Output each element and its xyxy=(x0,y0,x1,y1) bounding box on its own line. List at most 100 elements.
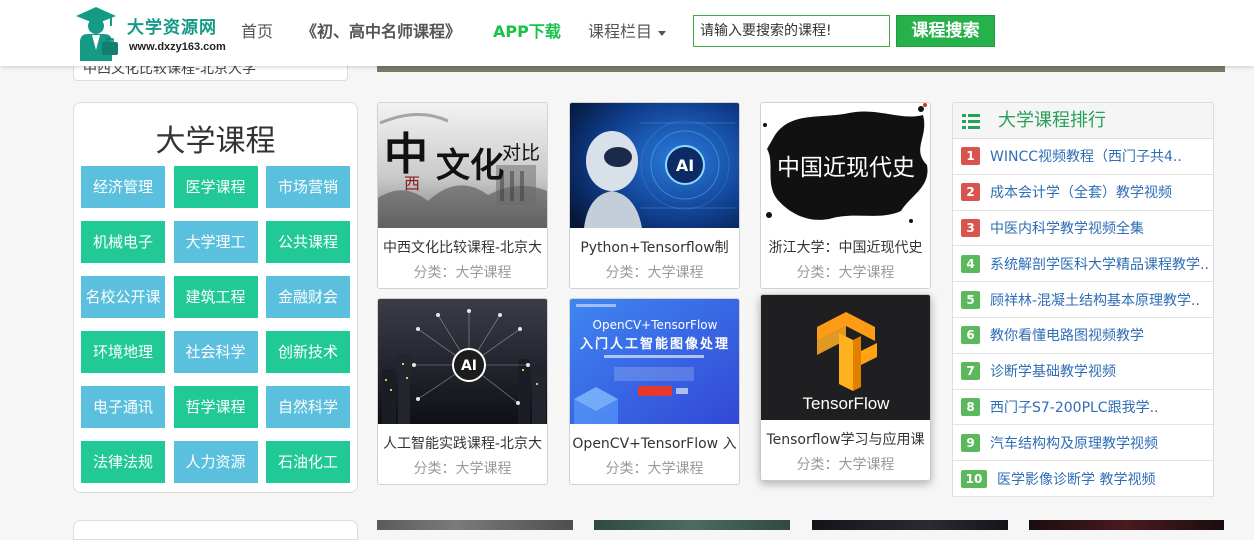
course-thumbnail[interactable]: AI xyxy=(570,103,739,228)
category-button[interactable]: 金融财会 xyxy=(266,276,350,318)
category-button[interactable]: 哲学课程 xyxy=(173,386,258,428)
ranking-item[interactable]: 9 汽车结构构及原理教学视频 xyxy=(953,425,1213,462)
ranking-item[interactable]: 2 成本会计学（全套）教学视频 xyxy=(953,175,1213,211)
thumbnail-text: 文化 xyxy=(436,146,504,186)
next-course-thumbnail[interactable] xyxy=(1029,520,1224,530)
ranking-list: 1 WINCC视频教程（西门子共4.. 2 成本会计学（全套）教学视频 3 中医… xyxy=(952,139,1214,497)
category-button[interactable]: 建筑工程 xyxy=(173,276,258,318)
nav-senior-courses[interactable]: 《初、高中名师课程》 xyxy=(301,21,461,43)
course-title[interactable]: Python+Tensorflow制 xyxy=(572,238,737,258)
course-category: 分类：大学课程 xyxy=(605,265,704,281)
rank-badge: 3 xyxy=(961,218,980,237)
ranking-item-link[interactable]: 诊断学基础教学视频 xyxy=(990,361,1116,381)
nav-app-download[interactable]: APP下载 xyxy=(493,21,561,43)
category-grid: 经济管理 医学课程 市场营销 机械电子 大学理工 公共课程 名校公开课 建筑工程… xyxy=(81,166,350,483)
graduate-logo-icon[interactable] xyxy=(72,4,124,61)
category-button[interactable]: 机械电子 xyxy=(81,221,165,263)
course-card[interactable]: AI Python+Tensorflow制 分类：大学课程 xyxy=(569,102,740,289)
next-course-thumbnail[interactable] xyxy=(377,520,573,530)
category-panel: 大学课程 经济管理 医学课程 市场营销 机械电子 大学理工 公共课程 名校公开课… xyxy=(73,102,358,493)
category-button[interactable]: 市场营销 xyxy=(266,166,350,208)
banner-image-edge xyxy=(377,66,1225,72)
site-name[interactable]: 大学资源网 xyxy=(127,13,217,38)
course-category: 分类：大学课程 xyxy=(413,265,512,281)
ranking-item-link[interactable]: 成本会计学（全套）教学视频 xyxy=(990,182,1172,202)
thumbnail-text: 西 xyxy=(404,174,420,193)
rank-badge: 4 xyxy=(961,254,980,273)
course-category: 分类：大学课程 xyxy=(413,461,512,477)
thumbnail-text: 中 xyxy=(384,129,428,180)
list-icon xyxy=(962,114,980,129)
category-button[interactable]: 创新技术 xyxy=(266,331,350,373)
ranking-item-link[interactable]: 中医内科学教学视频全集 xyxy=(990,218,1144,238)
ranking-title: 大学课程排行 xyxy=(998,110,1106,131)
ranking-item[interactable]: 3 中医内科学教学视频全集 xyxy=(953,211,1213,247)
ranking-item[interactable]: 7 诊断学基础教学视频 xyxy=(953,354,1213,390)
search-button[interactable]: 课程搜索 xyxy=(896,15,995,47)
course-card[interactable]: AI 人工智能实践课程-北京大 分类：大学课程 xyxy=(377,298,548,485)
ranking-item[interactable]: 6 教你看懂电路图视频教学 xyxy=(953,318,1213,354)
ranking-item-link[interactable]: 医学影像诊断学 教学视频 xyxy=(997,469,1155,489)
ranking-item[interactable]: 8 西门子S7-200PLC跟我学.. xyxy=(953,390,1213,426)
ranking-item[interactable]: 10 医学影像诊断学 教学视频 xyxy=(953,461,1213,497)
category-button[interactable]: 社会科学 xyxy=(173,331,258,373)
nav-course-menu[interactable]: 课程栏目 xyxy=(588,21,652,43)
category-button[interactable]: 人力资源 xyxy=(173,441,258,483)
ranking-panel: 大学课程排行 1 WINCC视频教程（西门子共4.. 2 成本会计学（全套）教学… xyxy=(952,102,1214,497)
rank-badge: 5 xyxy=(961,290,980,309)
rank-badge: 9 xyxy=(961,433,980,452)
course-title[interactable]: 中西文化比较课程-北京大 xyxy=(380,238,545,258)
ranking-item-link[interactable]: 汽车结构构及原理教学视频 xyxy=(990,433,1158,453)
ranking-item-link[interactable]: 教你看懂电路图视频教学 xyxy=(990,325,1144,345)
course-category: 分类：大学课程 xyxy=(796,457,895,473)
next-course-thumbnail[interactable] xyxy=(594,520,790,530)
thumbnail-text: TensorFlow xyxy=(803,394,891,413)
category-button[interactable]: 电子通讯 xyxy=(81,386,165,428)
category-button[interactable]: 自然科学 xyxy=(266,386,350,428)
search-input[interactable] xyxy=(693,15,890,47)
ranking-item[interactable]: 1 WINCC视频教程（西门子共4.. xyxy=(953,139,1213,175)
course-card[interactable]: 中 西 文化 对比 中西文化比较课程-北京大 分类：大学课程 xyxy=(377,102,548,289)
thumbnail-text: 入门人工智能图像处理 xyxy=(580,336,730,352)
course-thumbnail[interactable]: TensorFlow xyxy=(761,295,930,420)
thumbnail-text: AI xyxy=(676,156,694,175)
course-thumbnail[interactable]: AI xyxy=(378,299,547,424)
ranking-header: 大学课程排行 xyxy=(952,102,1214,139)
course-title[interactable]: Tensorflow学习与应用课 xyxy=(763,430,928,450)
course-title[interactable]: 浙江大学：中国近现代史 xyxy=(763,238,928,258)
category-button[interactable]: 名校公开课 xyxy=(81,276,165,318)
next-course-thumbnail[interactable] xyxy=(812,520,1008,530)
ranking-item-link[interactable]: 顾祥林-混凝土结构基本原理教学.. xyxy=(990,290,1200,310)
category-button[interactable]: 大学理工 xyxy=(173,221,258,263)
ranking-item-link[interactable]: 西门子S7-200PLC跟我学.. xyxy=(990,397,1159,417)
course-card[interactable]: 中国近现代史 浙江大学：中国近现代史 分类：大学课程 xyxy=(760,102,931,289)
course-title[interactable]: 人工智能实践课程-北京大 xyxy=(380,434,545,454)
caret-down-icon[interactable] xyxy=(658,31,666,36)
course-category: 分类：大学课程 xyxy=(796,265,895,281)
rank-badge: 6 xyxy=(961,326,980,345)
rank-badge: 8 xyxy=(961,397,980,416)
category-button[interactable]: 公共课程 xyxy=(266,221,350,263)
course-card[interactable]: OpenCV+TensorFlow 入门人工智能图像处理 OpenCV+Tens… xyxy=(569,298,740,485)
ranking-item[interactable]: 5 顾祥林-混凝土结构基本原理教学.. xyxy=(953,282,1213,318)
category-button[interactable]: 医学课程 xyxy=(173,166,258,208)
course-thumbnail[interactable]: OpenCV+TensorFlow 入门人工智能图像处理 xyxy=(570,299,739,424)
category-button[interactable]: 环境地理 xyxy=(81,331,165,373)
course-thumbnail[interactable]: 中 西 文化 对比 xyxy=(378,103,547,228)
next-section-panel xyxy=(73,520,358,540)
ranking-item[interactable]: 4 系统解剖学医科大学精品课程教学.. xyxy=(953,246,1213,283)
thumbnail-text: 对比 xyxy=(502,142,540,164)
course-thumbnail[interactable]: 中国近现代史 xyxy=(761,103,930,228)
category-button[interactable]: 经济管理 xyxy=(81,166,165,208)
course-card[interactable]: TensorFlow Tensorflow学习与应用课 分类：大学课程 xyxy=(760,294,931,481)
category-button[interactable]: 石油化工 xyxy=(266,441,350,483)
top-navbar: 大学资源网 www.dxzy163.com 首页 《初、高中名师课程》 APP下… xyxy=(0,0,1254,66)
ranking-item-link[interactable]: WINCC视频教程（西门子共4.. xyxy=(990,146,1182,166)
rank-badge: 7 xyxy=(961,362,980,381)
ranking-item-link[interactable]: 系统解剖学医科大学精品课程教学.. xyxy=(990,254,1209,274)
category-button[interactable]: 法律法规 xyxy=(81,441,165,483)
rank-badge: 1 xyxy=(961,147,980,166)
nav-home[interactable]: 首页 xyxy=(241,21,273,43)
thumbnail-text: AI xyxy=(461,358,477,374)
course-title[interactable]: OpenCV+TensorFlow 入 xyxy=(572,434,737,454)
